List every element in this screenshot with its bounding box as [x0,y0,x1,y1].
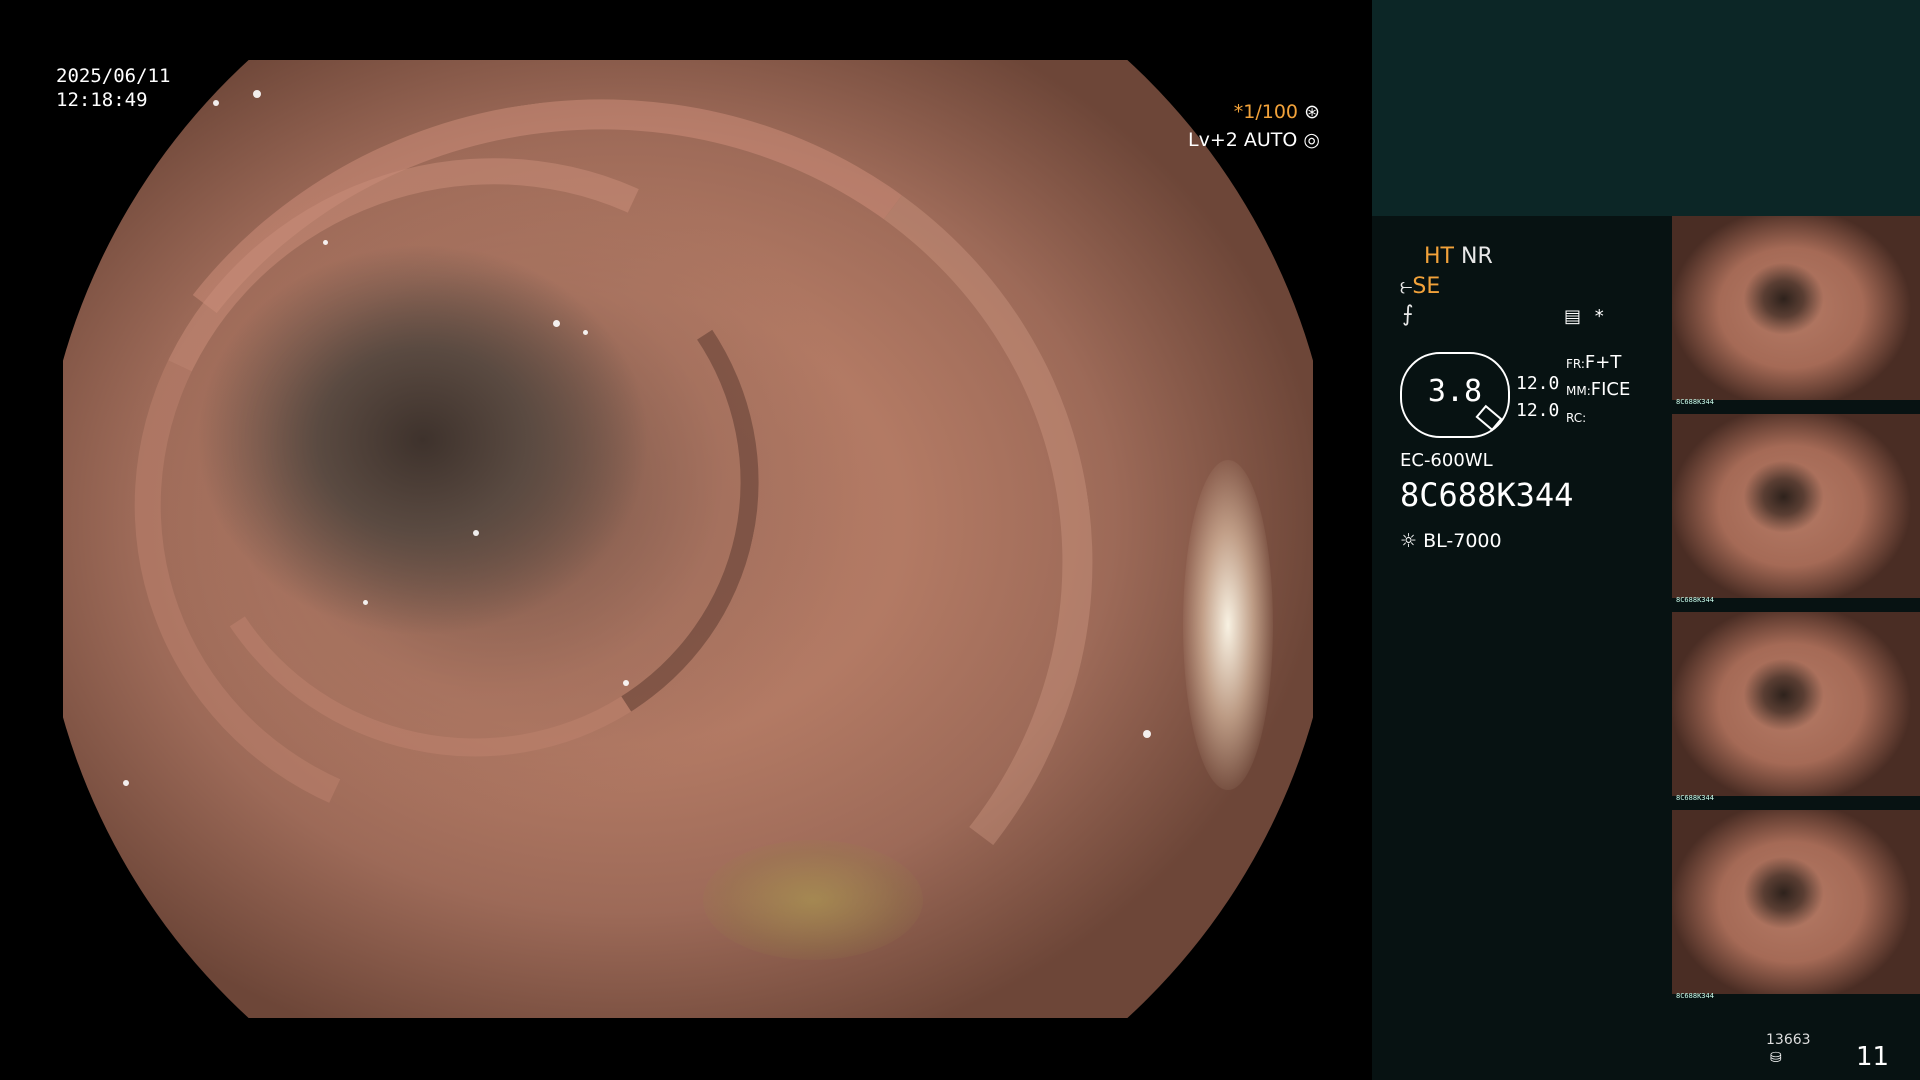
reflection [123,780,129,786]
thumbnail[interactable]: 8C688K344 [1672,216,1920,406]
zoom-value: 3.8 [1427,374,1483,409]
reflection [253,90,261,98]
thumbnail-image [1672,414,1920,598]
thumbnail-caption: 8C688K344 [1676,794,1714,802]
timestamp: 2025/06/11 12:18:49 [56,64,170,112]
thumbnail-image [1672,216,1920,400]
value-line-2: 12.0 [1516,400,1560,421]
lamp-icon: ☼ [1400,530,1418,552]
exposure-level: Lv+2 AUTO [1188,129,1298,151]
thumbnail-image [1672,810,1920,994]
exposure-info: *1/100 ⊛ Lv+2 AUTO ◎ [1170,98,1320,154]
reflection [623,680,629,686]
date-text: 2025/06/11 [56,65,171,87]
scope-model: EC-600WL [1400,450,1493,471]
reflection [213,100,219,106]
side-panel-header [1372,0,1920,216]
mm-value: FICE [1590,379,1631,400]
nr-indicator: NR [1460,244,1493,269]
endoscope-viewport: 2025/06/11 12:18:49 *1/100 ⊛ Lv+2 AUTO ◎ [0,0,1372,1080]
thumbnail-caption: 8C688K344 [1676,992,1714,1000]
asterisk-mark: * [1594,306,1604,327]
thumbnail-caption: 8C688K344 [1676,398,1714,406]
reflection [553,320,560,327]
aperture-icon: ⊛ [1304,101,1320,123]
time-text: 12:18:49 [56,89,148,111]
auto-icon: ◎ [1303,129,1320,151]
scope-serial: 8C688K344 [1400,476,1574,514]
settings-icon: ▤ [1564,306,1582,327]
zoom-indicator: 3.8 [1400,352,1510,438]
thumbnail[interactable]: 8C688K344 [1672,414,1920,604]
edge-icon: ⨍ [1402,302,1414,327]
reflection [473,530,479,536]
ht-indicator: HT [1424,244,1454,269]
side-panel: HT NR ⥼SE ⨍ ▤ * 3.8 12.0 12.0 FR:F+T MM:… [1372,0,1920,1080]
reflection [583,330,588,335]
rc-label: RC: [1566,411,1587,425]
thumbnail[interactable]: 8C688K344 [1672,612,1920,802]
se-indicator: SE [1412,274,1441,299]
mucosa-patch [703,840,923,960]
thumbnail-image [1672,612,1920,796]
value-line-1: 12.0 [1516,373,1560,394]
reflection [323,240,328,245]
shutter-speed: *1/100 [1233,101,1299,123]
structure-icon: ⥼ [1400,274,1413,299]
mm-label: MM: [1566,384,1591,398]
endoscopic-image [63,60,1313,1018]
storage-icon: ⛁ [1770,1050,1782,1066]
light-source: BL-7000 [1423,530,1502,552]
thumbnail[interactable]: 8C688K344 [1672,810,1920,1000]
reflection [1143,730,1151,738]
reflection [363,600,368,605]
fr-value: F+T [1584,352,1622,373]
fr-label: FR: [1566,357,1585,371]
page-number: 11 [1856,1042,1890,1072]
light-glare [1183,460,1273,790]
thumbnail-caption: 8C688K344 [1676,596,1714,604]
image-count: 13663 [1766,1032,1811,1048]
settings-info: HT NR ⥼SE ⨍ ▤ * 3.8 12.0 12.0 FR:F+T MM:… [1372,216,1672,1080]
